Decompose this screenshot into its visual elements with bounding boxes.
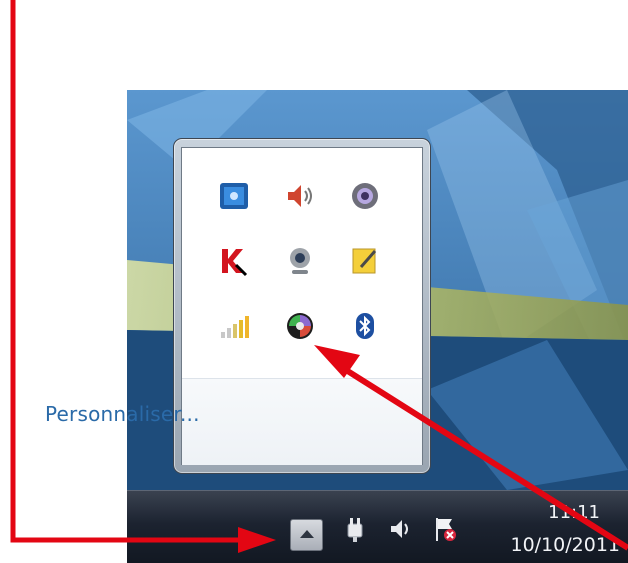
clock-time[interactable]: 11:11: [548, 502, 600, 523]
kaspersky-icon[interactable]: [218, 245, 250, 277]
customize-area: [182, 378, 422, 465]
notes-icon[interactable]: [349, 245, 381, 277]
volume-icon[interactable]: [385, 514, 415, 544]
signal-strength-icon[interactable]: [218, 310, 250, 342]
customize-link[interactable]: Personnaliser...: [45, 402, 200, 426]
action-center-flag-icon[interactable]: [430, 514, 460, 544]
webcam-icon[interactable]: [284, 245, 316, 277]
media-app-icon[interactable]: [284, 310, 316, 342]
show-hidden-icons-button[interactable]: [290, 519, 323, 551]
clock-date[interactable]: 10/10/2011: [510, 534, 620, 556]
intel-graphics-icon[interactable]: [218, 180, 250, 212]
webcam-settings-icon[interactable]: [349, 180, 381, 212]
volume-icon[interactable]: [284, 180, 316, 212]
bluetooth-icon[interactable]: [349, 310, 381, 342]
power-plug-icon[interactable]: [340, 514, 370, 544]
